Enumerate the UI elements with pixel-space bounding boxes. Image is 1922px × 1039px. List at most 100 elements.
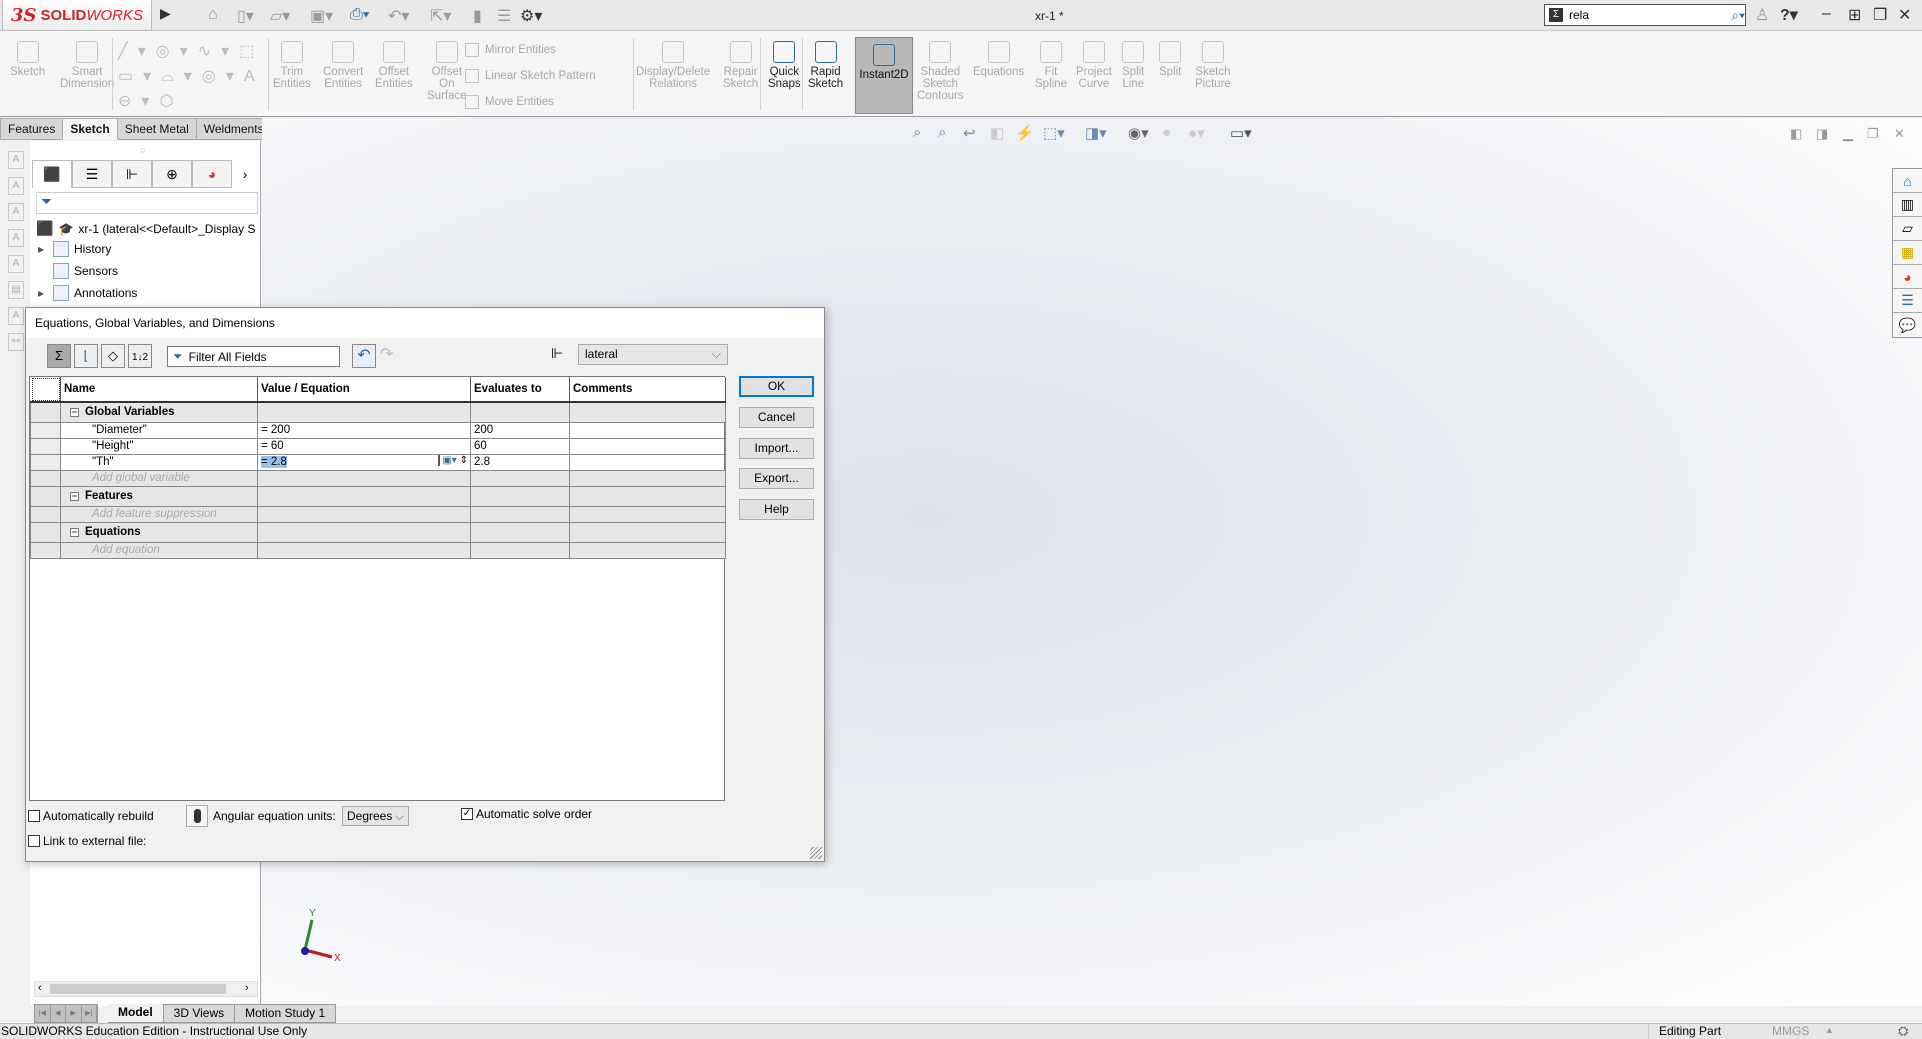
variable-row[interactable]: "Height" = 60 60 — [30, 437, 726, 455]
dynamic-annotation-icon[interactable]: ⚡ — [1015, 124, 1034, 142]
export-button[interactable]: Export... — [739, 468, 814, 489]
section-row[interactable]: − Global Variables — [30, 401, 726, 423]
variable-row[interactable]: "Diameter" = 200 200 — [30, 421, 726, 439]
ok-button[interactable]: OK — [739, 376, 814, 397]
feature-filter[interactable]: ⏷ — [36, 192, 258, 214]
rebuild-status-icon[interactable]: ⛭ — [1898, 1023, 1908, 1038]
section-row[interactable]: − Equations — [30, 521, 726, 543]
last-tab-icon[interactable]: ▶| — [82, 1005, 97, 1022]
section-name[interactable]: − Features — [60, 485, 258, 507]
annotation-edit-icon[interactable]: A — [8, 177, 24, 195]
comments-cell[interactable] — [569, 421, 726, 439]
instant2d-button[interactable]: Instant2D — [855, 37, 913, 114]
rebuild-status-button[interactable] — [186, 805, 208, 827]
home-icon[interactable]: ⌂ — [208, 6, 218, 24]
sketch-equation-view-button[interactable]: ⌊ — [74, 344, 98, 368]
tree-root[interactable]: ⬛ 🎓 xr-1 (lateral<<Default>_Display S — [36, 220, 255, 237]
appearances-icon[interactable]: ◕ — [1893, 265, 1922, 289]
property-manager-tab[interactable]: ☰ — [72, 160, 112, 188]
spin-icon[interactable]: ⇕ — [460, 455, 468, 466]
solidworks-logo[interactable]: 3S SOLIDWORKS — [2, 0, 152, 31]
offset-on-surface-button[interactable]: Offset On Surface — [427, 41, 467, 102]
units-menu-icon[interactable]: ▲ — [1825, 1023, 1834, 1038]
collapse-icon[interactable]: − — [70, 528, 79, 537]
annotation-save-icon[interactable]: ▤ — [8, 281, 24, 299]
help-button[interactable]: Help — [739, 499, 814, 520]
annotation-add-icon[interactable]: A — [8, 229, 24, 247]
column-header-value[interactable]: Value / Equation — [257, 377, 471, 403]
mirror-entities-button[interactable]: Mirror Entities — [465, 43, 556, 57]
tab-sketch[interactable]: Sketch — [63, 118, 118, 140]
close-icon[interactable]: ✕ — [1898, 5, 1911, 25]
row-header[interactable] — [30, 421, 61, 439]
convert-entities-button[interactable]: Convert Entities — [323, 41, 363, 90]
configuration-select[interactable]: lateral ⌵ — [578, 344, 728, 365]
collapse-icon[interactable]: − — [70, 408, 79, 418]
next-tab-icon[interactable]: ▶ — [66, 1005, 82, 1022]
prev-tab-icon[interactable]: ◀ — [51, 1005, 66, 1022]
search-input[interactable]: rela — [1569, 8, 1725, 22]
scene-icon[interactable]: ●▾ — [1188, 124, 1205, 142]
add-placeholder[interactable]: Add feature suppression — [60, 505, 258, 523]
display-delete-relations-button[interactable]: Display/Delete Relations — [636, 41, 710, 90]
minimize-icon[interactable]: – — [1822, 5, 1831, 23]
checkbox-box[interactable]: ✓ — [461, 808, 473, 820]
undo-icon[interactable]: ↶▾ — [388, 6, 409, 26]
edit-appearance-icon[interactable]: ● — [1162, 124, 1171, 141]
options-icon[interactable]: ⚙▾ — [520, 6, 542, 26]
row-header[interactable] — [30, 505, 61, 523]
tree-item-history[interactable]: ▶ History — [38, 241, 111, 257]
row-header[interactable] — [30, 541, 61, 559]
tree-item-annotations[interactable]: ▶ Annotations — [38, 285, 137, 301]
bottom-tab-motion-study[interactable]: Motion Study 1 — [235, 1004, 337, 1023]
variable-name-cell[interactable]: "Height" — [60, 437, 258, 455]
display-style-icon[interactable]: ◨▾ — [1085, 124, 1107, 142]
tab-sheet-metal[interactable]: Sheet Metal — [117, 118, 197, 140]
chain-icon[interactable]: ⚯ — [8, 333, 24, 351]
add-placeholder[interactable]: Add equation — [60, 541, 258, 559]
add-placeholder[interactable]: Add global variable — [60, 469, 258, 487]
section-name[interactable]: − Global Variables — [60, 401, 258, 423]
help-icon[interactable]: ?▾ — [1780, 5, 1798, 25]
row-header[interactable] — [30, 401, 61, 423]
open-icon[interactable]: ▱▾ — [270, 6, 290, 26]
add-row[interactable]: Add feature suppression — [30, 505, 726, 523]
file-properties-icon[interactable]: ☰ — [497, 6, 511, 26]
bottom-tab-model[interactable]: Model — [108, 1004, 164, 1023]
value-equation-cell[interactable]: = 200 — [257, 421, 471, 439]
row-header[interactable] — [30, 453, 61, 471]
view-palette-icon[interactable]: ▦ — [1893, 241, 1922, 265]
column-header-evaluates[interactable]: Evaluates to — [470, 377, 570, 403]
auto-solve-order-checkbox[interactable]: ✓ Automatic solve order — [461, 807, 592, 821]
comments-cell[interactable] — [569, 437, 726, 455]
tab-weldments[interactable]: Weldments — [196, 118, 272, 140]
ordered-view-button[interactable]: 1↓2 — [128, 344, 152, 368]
hide-show-icon[interactable]: ◉▾ — [1128, 124, 1149, 142]
shaded-sketch-contours-button[interactable]: Shaded Sketch Contours — [917, 41, 964, 102]
row-header[interactable] — [30, 437, 61, 455]
column-header-name[interactable]: Name — [60, 377, 258, 403]
auto-rebuild-checkbox[interactable]: Automatically rebuild — [28, 809, 154, 823]
dimxpert-tab[interactable]: ⊕ — [152, 160, 192, 188]
angular-units-select[interactable]: Degrees ⌵ — [342, 806, 409, 826]
expand-icon[interactable]: ▶ — [38, 289, 48, 298]
function-picker-icon[interactable]: ▣▾ — [442, 455, 459, 466]
sketch-picture-button[interactable]: Sketch Picture — [1195, 41, 1231, 90]
annotation-move-icon[interactable]: A — [8, 203, 24, 221]
add-row[interactable]: Add global variable — [30, 469, 726, 487]
row-header[interactable] — [30, 469, 61, 487]
zoom-to-fit-icon[interactable]: ⌕ — [913, 124, 921, 141]
select-all-cell[interactable] — [30, 377, 61, 403]
equation-view-button[interactable]: Σ — [47, 344, 71, 368]
linear-sketch-pattern-button[interactable]: Linear Sketch Pattern — [465, 69, 596, 83]
variable-row[interactable]: "Th" = 2.8 ▣▾ ⇕ 2.8 — [30, 453, 726, 471]
doc-close-icon[interactable]: ✕ — [1894, 126, 1905, 142]
value-equation-cell[interactable]: = 2.8 ▣▾ ⇕ — [257, 453, 471, 471]
add-row[interactable]: Add equation — [30, 541, 726, 559]
move-entities-button[interactable]: Move Entities — [465, 95, 554, 109]
user-icon[interactable]: ♙ — [1755, 5, 1769, 25]
view-settings-icon[interactable]: ▭▾ — [1230, 124, 1252, 142]
doc-minimize-icon[interactable]: ▁ — [1843, 126, 1853, 142]
splitter-handle[interactable]: ○ — [140, 145, 145, 155]
forum-icon[interactable]: 💬 — [1893, 313, 1922, 337]
